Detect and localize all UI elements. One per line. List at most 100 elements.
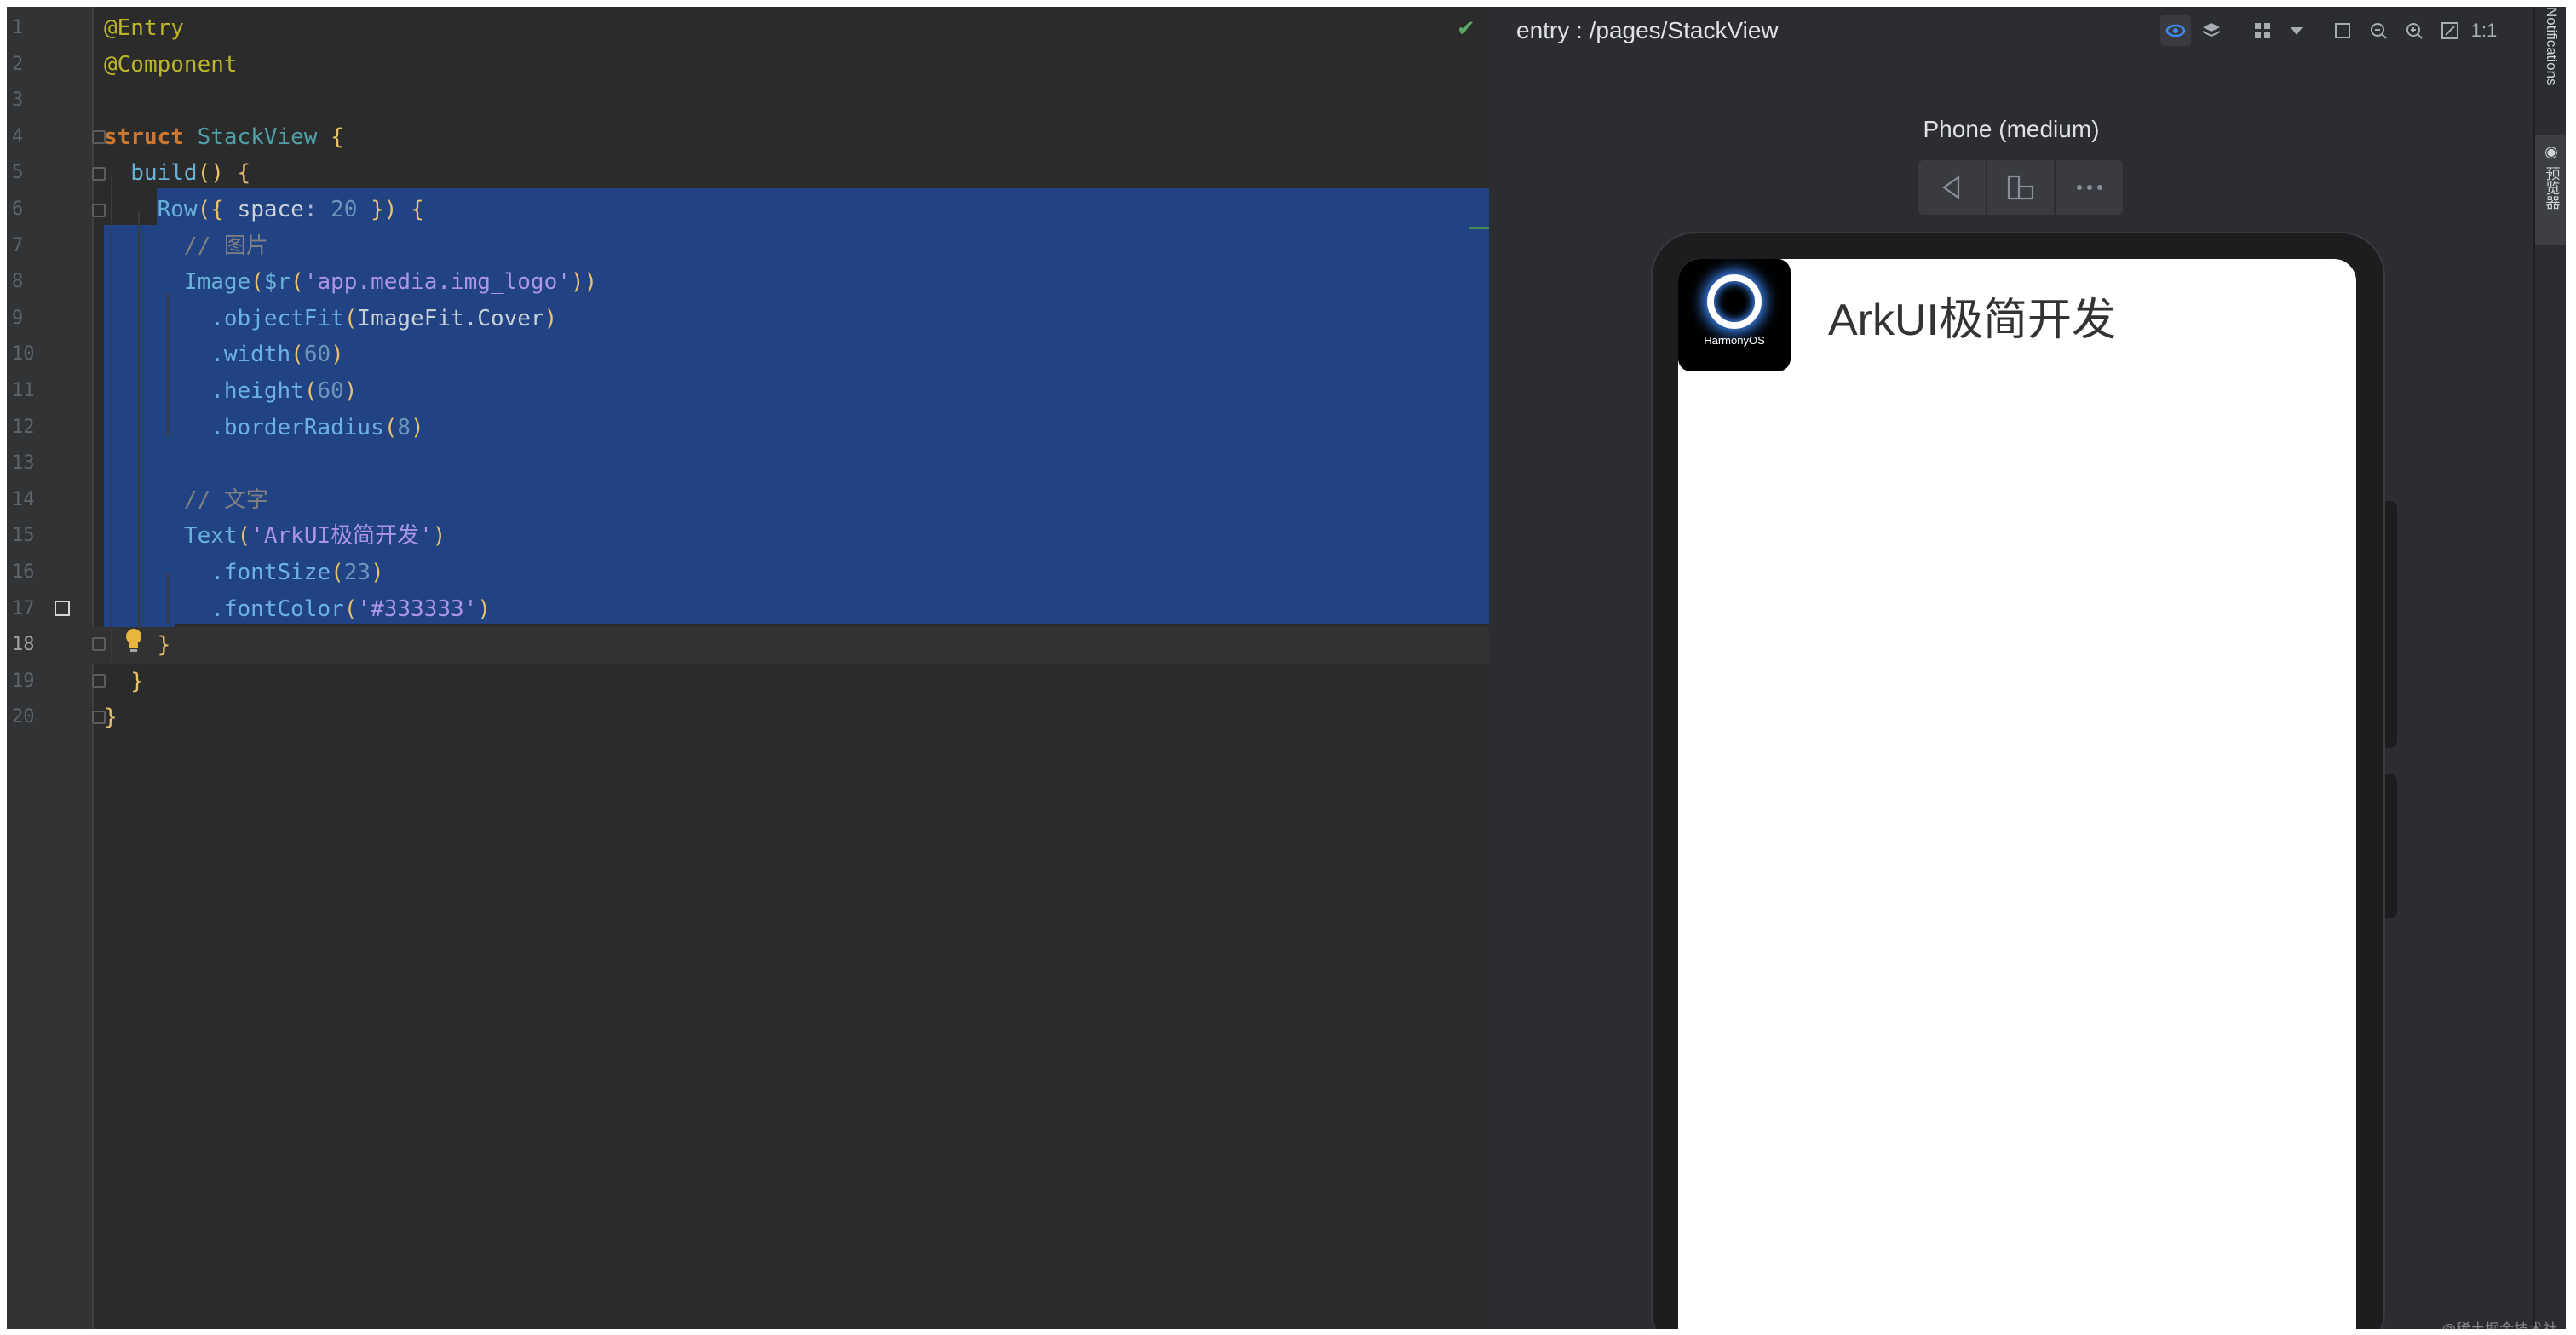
code-token: ) bbox=[543, 305, 558, 331]
code-text[interactable]: Image($r('app.media.img_logo')) bbox=[104, 264, 597, 301]
code-text[interactable]: // 文字 bbox=[104, 482, 268, 519]
line-number: 2 bbox=[12, 53, 24, 75]
code-token: Text bbox=[104, 523, 238, 550]
notifications-tab[interactable]: Notifications bbox=[2535, 7, 2566, 109]
grid-icon[interactable] bbox=[2247, 15, 2278, 46]
fold-icon[interactable] bbox=[92, 637, 106, 651]
layers-icon[interactable] bbox=[2196, 15, 2227, 46]
code-token: ( bbox=[343, 596, 358, 622]
code-text[interactable]: } bbox=[104, 699, 118, 736]
code-token: '#333333' bbox=[357, 596, 478, 622]
zoom-in-icon[interactable] bbox=[2399, 15, 2429, 46]
code-line[interactable]: 13 bbox=[7, 446, 1489, 482]
code-line[interactable]: 17 .fontColor('#333333') bbox=[7, 591, 1489, 628]
code-token: () { bbox=[197, 160, 251, 187]
fold-icon[interactable] bbox=[92, 711, 106, 724]
back-icon[interactable] bbox=[1918, 160, 1987, 215]
code-line[interactable]: 19 } bbox=[7, 664, 1489, 700]
watermark: @稀土掘金技术社区 bbox=[2441, 1317, 2566, 1329]
code-line[interactable]: 6 Row({ space: 20 }) { bbox=[7, 192, 1489, 228]
code-token: 20 bbox=[331, 197, 358, 222]
code-line[interactable]: 20} bbox=[7, 699, 1489, 736]
code-token: Image bbox=[104, 269, 251, 296]
lightbulb-icon[interactable] bbox=[124, 627, 143, 656]
zoom-reset-button[interactable]: 1:1 bbox=[2469, 15, 2499, 46]
code-token: 8 bbox=[397, 414, 411, 440]
app-title-text: ArkUI极简开发 bbox=[1828, 295, 2117, 345]
code-line[interactable]: 8 Image($r('app.media.img_logo')) bbox=[7, 264, 1489, 301]
code-line[interactable]: 14 // 文字 bbox=[7, 482, 1489, 519]
code-text[interactable]: Row({ space: 20 }) { bbox=[104, 192, 424, 228]
more-icon[interactable] bbox=[2056, 160, 2123, 215]
fold-icon[interactable] bbox=[92, 130, 106, 144]
code-text[interactable]: } bbox=[104, 664, 144, 700]
indent-guide bbox=[167, 573, 169, 624]
code-line[interactable]: 10 .width(60) bbox=[7, 337, 1489, 373]
code-text[interactable]: .borderRadius(8) bbox=[104, 410, 423, 446]
code-editor[interactable]: 1 @Entry 2 @Component 3 4 struct StackView {5 … bbox=[7, 7, 1489, 1329]
harmonyos-logo: HarmonyOS bbox=[1678, 259, 1791, 371]
code-line[interactable]: 18 } bbox=[7, 627, 1489, 664]
code-token: 60 bbox=[303, 342, 331, 368]
code-token: .width bbox=[104, 342, 291, 368]
code-line[interactable]: 16 .fontSize(23) bbox=[7, 555, 1489, 591]
code-token: // 图片 bbox=[104, 233, 268, 259]
fold-icon[interactable] bbox=[92, 167, 106, 181]
line-number: 12 bbox=[12, 416, 35, 438]
code-token: ) bbox=[343, 378, 358, 404]
code-text[interactable]: // 图片 bbox=[104, 228, 268, 265]
line-number: 19 bbox=[12, 670, 35, 692]
code-line[interactable]: 4 struct StackView { bbox=[7, 119, 1489, 156]
code-token: } bbox=[104, 668, 144, 694]
code-text[interactable]: build() { bbox=[104, 155, 250, 192]
zoom-out-icon[interactable] bbox=[2363, 15, 2394, 46]
line-number: 17 bbox=[12, 597, 35, 619]
code-token: space bbox=[237, 197, 304, 222]
code-token: : bbox=[303, 197, 331, 222]
previewer-title: entry : /pages/StackView bbox=[1516, 17, 1779, 43]
code-line[interactable]: 12 .borderRadius(8) bbox=[7, 410, 1489, 446]
code-line[interactable]: 1 @Entry bbox=[7, 10, 1489, 47]
code-line[interactable]: 3 bbox=[7, 83, 1489, 119]
code-line[interactable]: 9 .objectFit(ImageFit.Cover) bbox=[7, 301, 1489, 337]
previewer-tab[interactable]: ◉ 预览器 bbox=[2535, 135, 2566, 245]
code-text[interactable]: struct StackView { bbox=[104, 119, 344, 156]
frame-icon[interactable] bbox=[2327, 15, 2358, 46]
code-text[interactable]: .objectFit(ImageFit.Cover) bbox=[104, 301, 557, 337]
dropdown-icon[interactable] bbox=[2281, 15, 2312, 46]
code-text[interactable]: Text('ArkUI极简开发') bbox=[104, 518, 446, 555]
code-line[interactable]: 5 build() { bbox=[7, 155, 1489, 192]
inspector-icon[interactable] bbox=[2160, 15, 2191, 46]
line-number: 7 bbox=[12, 234, 24, 256]
code-text[interactable]: @Entry bbox=[104, 10, 184, 47]
code-token: { bbox=[317, 124, 344, 150]
code-line[interactable]: 2 @Component bbox=[7, 47, 1489, 83]
code-token: // 文字 bbox=[104, 486, 268, 513]
phone-screen[interactable]: HarmonyOS ArkUI极简开发 bbox=[1678, 259, 2356, 1329]
code-line[interactable]: 7 // 图片 bbox=[7, 228, 1489, 265]
code-token: ( bbox=[250, 269, 264, 296]
eye-icon: ◉ bbox=[2544, 143, 2558, 160]
code-token: )) bbox=[570, 269, 598, 296]
fold-icon[interactable] bbox=[92, 674, 106, 688]
code-token: @Component bbox=[104, 51, 238, 78]
code-text[interactable]: .height(60) bbox=[104, 373, 357, 410]
code-token: } bbox=[104, 705, 118, 731]
code-text[interactable]: .fontColor('#333333') bbox=[104, 591, 491, 628]
code-line[interactable]: 11 .height(60) bbox=[7, 373, 1489, 410]
line-number: 4 bbox=[12, 125, 24, 147]
rotate-icon[interactable] bbox=[1987, 160, 2056, 215]
fit-icon[interactable] bbox=[2435, 15, 2465, 46]
code-token: 'app.media.img_logo' bbox=[303, 269, 571, 296]
code-token: struct bbox=[104, 124, 198, 150]
fold-icon[interactable] bbox=[92, 204, 106, 217]
code-token: @Entry bbox=[104, 15, 184, 41]
code-line[interactable]: 15 Text('ArkUI极简开发') bbox=[7, 518, 1489, 555]
code-text[interactable]: .fontSize(23) bbox=[104, 555, 384, 591]
app-row: HarmonyOS ArkUI极简开发 bbox=[1678, 259, 2116, 371]
code-text[interactable]: @Component bbox=[104, 47, 238, 83]
bookmark-icon[interactable] bbox=[55, 601, 70, 616]
code-token: .fontColor bbox=[104, 596, 344, 622]
code-text[interactable]: .width(60) bbox=[104, 337, 344, 373]
code-token: ( bbox=[290, 269, 304, 296]
